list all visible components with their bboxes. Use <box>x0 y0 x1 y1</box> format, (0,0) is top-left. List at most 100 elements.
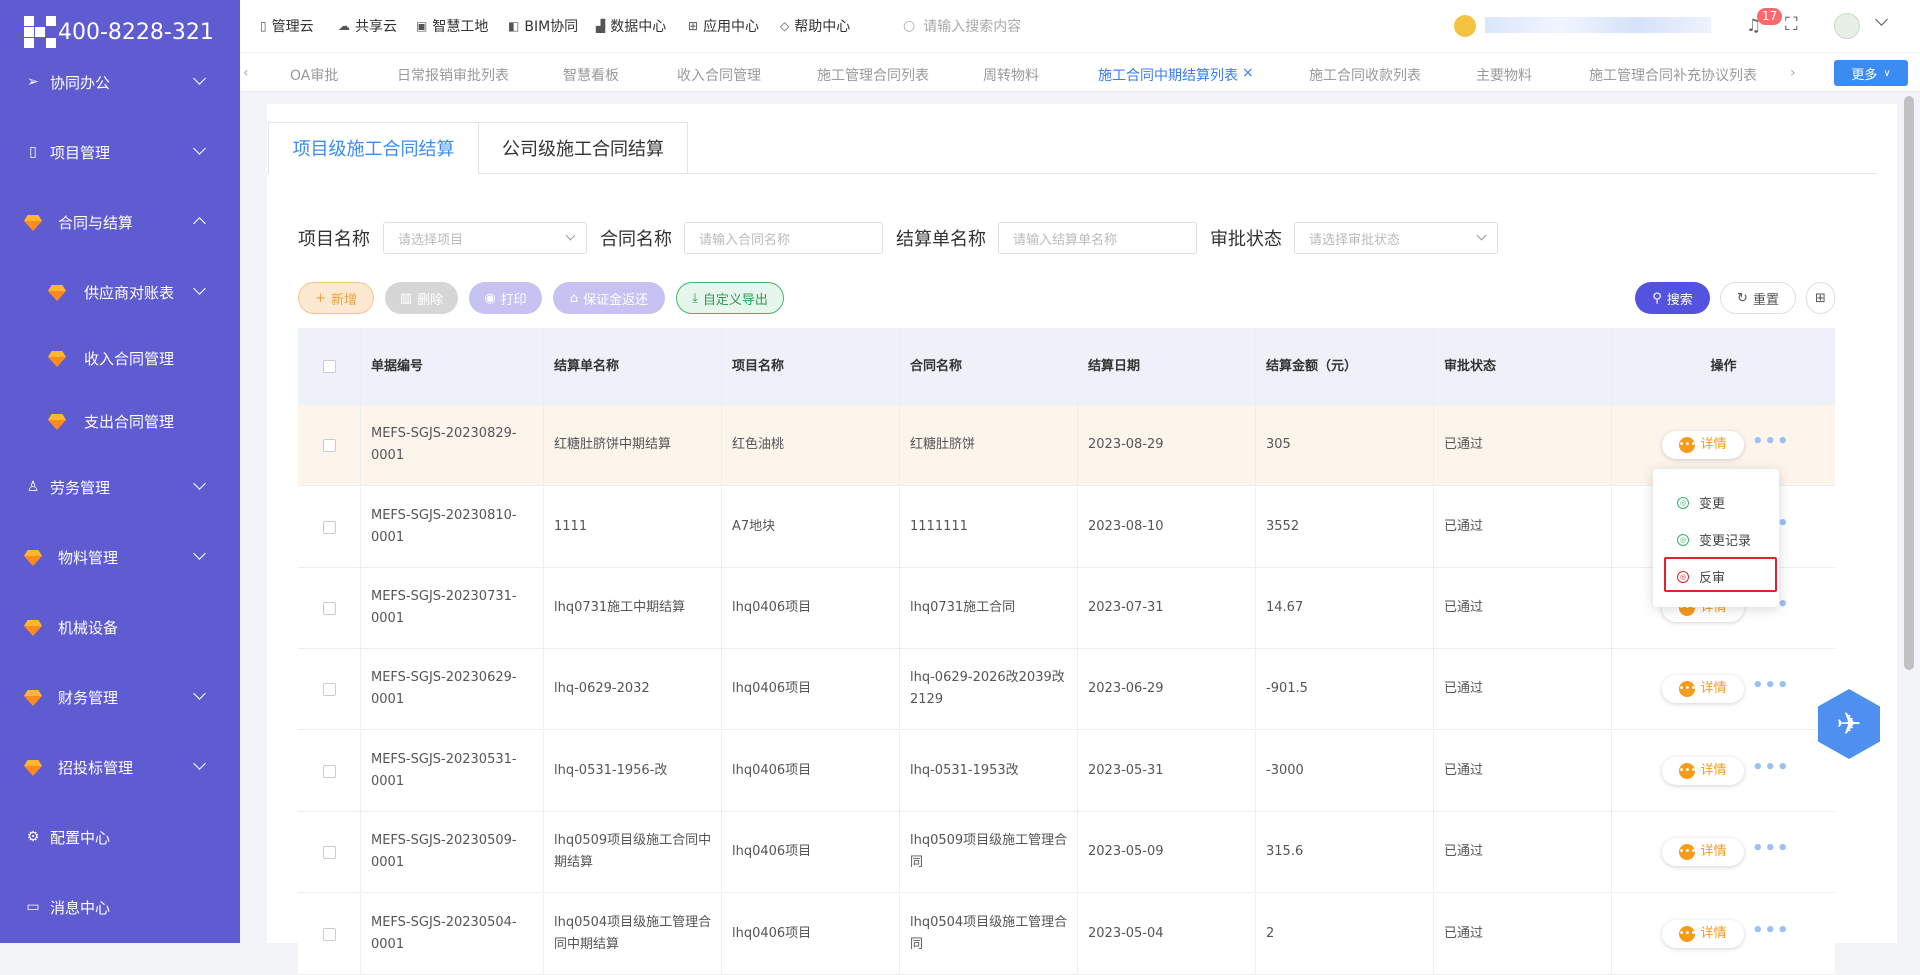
header-approval-status[interactable]: 审批状态 <box>1434 328 1612 405</box>
sidebar-item-machinery[interactable]: 机械设备 <box>0 607 240 647</box>
more-actions-icon[interactable]: ••• <box>1752 838 1790 860</box>
topnav-shared-cloud[interactable]: ☁ 共享云 <box>338 16 397 36</box>
table-row[interactable]: MEFS-SGJS-20230531-0001 lhq-0531-1956-改 lh… <box>298 731 1835 812</box>
table-row[interactable]: MEFS-SGJS-20230810-0001 1111 A7地块 1111111 20… <box>298 487 1835 568</box>
sidebar-item-finance[interactable]: 财务管理 <box>0 677 240 717</box>
topnav-bim[interactable]: ◧ BIM协同 <box>508 16 578 36</box>
sidebar-item-messages[interactable]: ▭ 消息中心 <box>0 887 240 927</box>
detail-button[interactable]: ••• 详情 <box>1662 757 1744 785</box>
table-row[interactable]: MEFS-SGJS-20230504-0001 lhq0504项目级施工管理合同中… <box>298 894 1835 975</box>
row-checkbox[interactable] <box>298 812 361 892</box>
header-settlement-name[interactable]: 结算单名称 <box>544 328 722 405</box>
tab-turnover-material[interactable]: 周转物料 <box>983 65 1039 85</box>
detail-button[interactable]: ••• 详情 <box>1662 838 1744 866</box>
message-icon: ▭ <box>26 899 40 915</box>
sidebar-item-label: 收入合同管理 <box>84 349 175 368</box>
row-checkbox[interactable] <box>298 405 361 485</box>
sidebar-item-bidding[interactable]: 招投标管理 <box>0 747 240 787</box>
tab-oa[interactable]: OA审批 <box>290 65 338 85</box>
header-doc-no[interactable]: 单据编号 <box>361 328 544 405</box>
delete-button[interactable]: ▥ 删除 <box>385 282 458 314</box>
sidebar-item-collab[interactable]: ➢ 协同办公 <box>0 62 240 102</box>
table-row[interactable]: MEFS-SGJS-20230509-0001 lhq0509项目级施工合同中期结… <box>298 812 1835 893</box>
subtab-project-settlement[interactable]: 项目级施工合同结算 <box>268 122 479 174</box>
sidebar-item-contract[interactable]: 合同与结算 <box>0 202 240 242</box>
detail-button[interactable]: ••• 详情 <box>1662 675 1744 703</box>
row-checkbox[interactable] <box>298 649 361 729</box>
columns-setting-button[interactable]: ⊞ <box>1806 282 1835 314</box>
cell-status: 已通过 <box>1434 568 1612 648</box>
avatar[interactable] <box>1834 13 1860 39</box>
sidebar-item-expense-contract[interactable]: 支出合同管理 <box>0 401 240 441</box>
add-button[interactable]: + 新增 <box>298 282 374 314</box>
more-actions-icon[interactable]: ••• <box>1752 920 1790 942</box>
sidebar-item-label: 招投标管理 <box>58 758 134 777</box>
search-button[interactable]: ⚲ 搜索 <box>1635 282 1710 314</box>
detail-button[interactable]: ••• 详情 <box>1662 920 1744 948</box>
header-settlement-amount[interactable]: 结算金额（元） <box>1256 328 1434 405</box>
chevron-down-icon <box>193 687 206 700</box>
logo[interactable]: 400-8228-321 <box>24 12 214 52</box>
more-actions-icon[interactable]: ••• <box>1752 757 1790 779</box>
project-select[interactable]: 请选择项目 <box>383 222 587 254</box>
sidebar-item-project[interactable]: ▯ 项目管理 <box>0 132 240 172</box>
menu-item-change[interactable]: ◎ 变更 <box>1677 493 1725 512</box>
tab-supplement-agreement[interactable]: 施工管理合同补充协议列表 <box>1589 65 1757 85</box>
header-settlement-date[interactable]: 结算日期 <box>1078 328 1256 405</box>
row-checkbox[interactable] <box>298 568 361 648</box>
approval-status-select[interactable]: 请选择审批状态 <box>1294 222 1498 254</box>
topnav-smart-site[interactable]: ▣ 智慧工地 <box>416 16 488 36</box>
tabs-scroll-left-icon[interactable]: ‹ <box>243 65 249 81</box>
diamond-icon <box>24 215 42 235</box>
settlement-name-input[interactable]: 请输入结算单名称 <box>998 222 1197 254</box>
row-checkbox[interactable] <box>298 731 361 811</box>
detail-button[interactable]: ••• 详情 <box>1662 431 1744 459</box>
row-checkbox[interactable] <box>298 894 361 974</box>
sidebar-item-config[interactable]: ⚙ 配置中心 <box>0 817 240 857</box>
subtab-company-settlement[interactable]: 公司级施工合同结算 <box>478 122 688 174</box>
topnav-help-center[interactable]: ◇ 帮助中心 <box>780 16 850 36</box>
topnav-data-center[interactable]: ▟ 数据中心 <box>596 16 666 36</box>
contract-name-input[interactable]: 请输入合同名称 <box>684 222 883 254</box>
custom-export-button[interactable]: ⤓ 自定义导出 <box>676 282 784 314</box>
header-project-name[interactable]: 项目名称 <box>722 328 900 405</box>
more-actions-icon[interactable]: ••• <box>1752 675 1790 697</box>
global-search[interactable]: ○ 请输入搜索内容 <box>903 16 1021 36</box>
reset-button[interactable]: ↻ 重置 <box>1720 282 1796 314</box>
select-all-checkbox[interactable] <box>298 328 361 405</box>
table-row[interactable]: MEFS-SGJS-20230731-0001 lhq0731施工中期结算 lhq0… <box>298 568 1835 649</box>
search-input[interactable]: 请输入搜索内容 <box>923 16 1021 36</box>
tab-income-contract[interactable]: 收入合同管理 <box>677 65 761 85</box>
more-tabs-button[interactable]: 更多 ∨ <box>1834 60 1908 86</box>
page-scrollbar[interactable] <box>1904 96 1914 670</box>
cell-amount: -901.5 <box>1256 649 1434 729</box>
sidebar-item-label: 配置中心 <box>50 828 111 847</box>
fullscreen-icon[interactable]: ⛶ <box>1785 14 1798 35</box>
print-button[interactable]: ◉ 打印 <box>469 282 542 314</box>
table-row[interactable]: MEFS-SGJS-20230629-0001 lhq-0629-2032 lhq0… <box>298 649 1835 730</box>
tab-dashboard[interactable]: 智慧看板 <box>563 65 619 85</box>
close-tab-icon[interactable]: × <box>1242 65 1254 81</box>
table-row[interactable]: MEFS-SGJS-20230829-0001 红糖肚脐饼中期结算 红色油桃 红糖肚脐… <box>298 405 1835 486</box>
menu-item-reverse-approval[interactable]: ◎ 反审 <box>1677 567 1725 586</box>
menu-item-change-history[interactable]: ◎ 变更记录 <box>1677 530 1751 549</box>
sidebar-item-material[interactable]: 物料管理 <box>0 537 240 577</box>
topnav-app-center[interactable]: ⊞ 应用中心 <box>688 16 759 36</box>
tab-main-material[interactable]: 主要物料 <box>1476 65 1532 85</box>
sidebar-item-supplier-statement[interactable]: 供应商对账表 <box>0 272 240 312</box>
tab-collection-list[interactable]: 施工合同收款列表 <box>1309 65 1421 85</box>
topnav-management-cloud[interactable]: ▯ 管理云 <box>260 16 314 36</box>
chevron-down-icon <box>193 477 206 490</box>
header-contract-name[interactable]: 合同名称 <box>900 328 1078 405</box>
more-actions-icon[interactable]: ••• <box>1752 431 1790 453</box>
deposit-return-button[interactable]: ⌂ 保证金返还 <box>553 282 665 314</box>
sidebar-item-labor[interactable]: ♙ 劳务管理 <box>0 467 240 507</box>
tab-construction-contract-list[interactable]: 施工管理合同列表 <box>817 65 929 85</box>
tab-expense-approval[interactable]: 日常报销审批列表 <box>397 65 509 85</box>
sidebar-item-income-contract[interactable]: 收入合同管理 <box>0 338 240 378</box>
tab-interim-settlement-list[interactable]: 施工合同中期结算列表 <box>1098 65 1238 85</box>
tabs-scroll-right-icon[interactable]: › <box>1790 65 1796 81</box>
row-checkbox[interactable] <box>298 487 361 567</box>
checkbox-box <box>322 601 336 615</box>
chevron-down-icon[interactable] <box>1875 13 1888 26</box>
